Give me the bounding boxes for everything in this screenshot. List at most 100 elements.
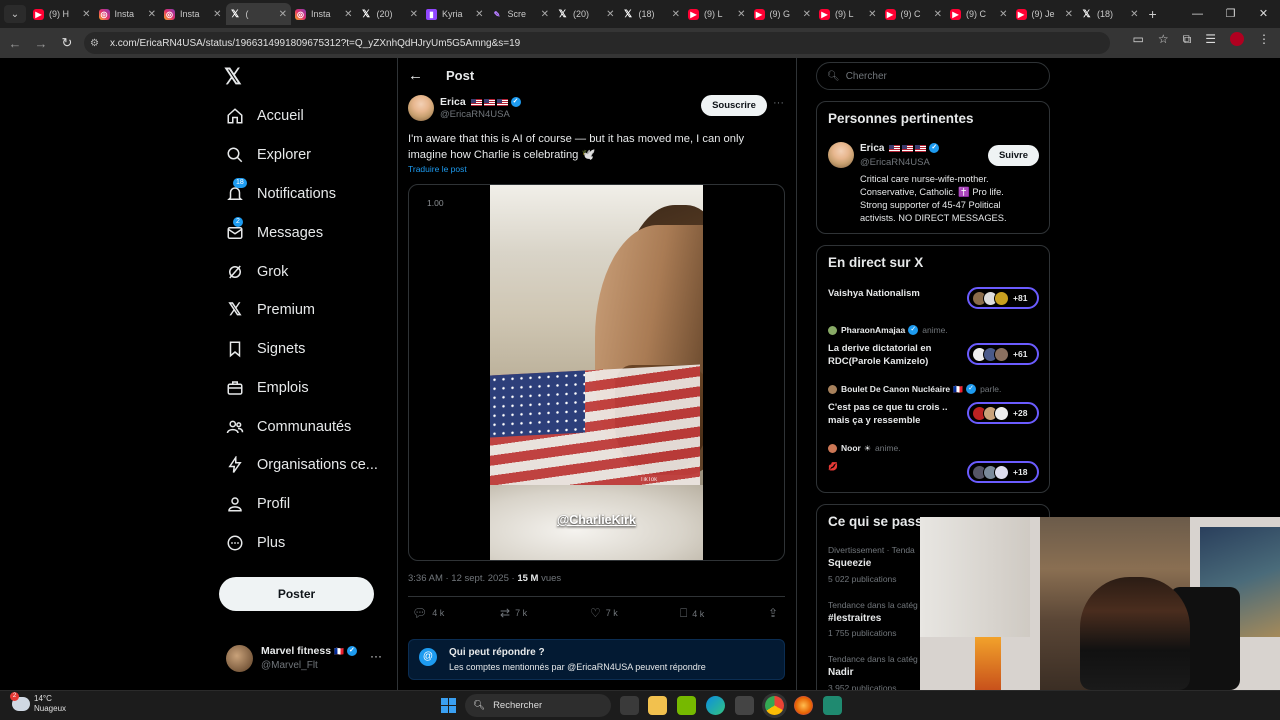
search-input[interactable]: 🔍︎ Chercher	[816, 62, 1050, 90]
profile-avatar[interactable]	[1230, 32, 1244, 46]
browser-tab[interactable]: ◎ Insta ✕	[160, 3, 226, 25]
space-host[interactable]: PharaonAmajaa ✓ anime.	[828, 325, 948, 335]
task-view-icon[interactable]	[620, 696, 639, 715]
browser-tab[interactable]: ◎ Insta ✕	[291, 3, 357, 25]
close-tab-icon[interactable]: ✕	[344, 9, 352, 20]
close-tab-icon[interactable]: ✕	[410, 9, 418, 20]
nav-item-home[interactable]: Accueil	[226, 104, 304, 128]
browser-tab[interactable]: ▶ (9) C ✕	[881, 3, 947, 25]
nav-item-explore[interactable]: Explorer	[226, 143, 311, 167]
browser-tab[interactable]: 𝕏 (20) ✕	[357, 3, 423, 25]
space-listeners[interactable]: +81	[967, 287, 1039, 309]
close-tab-icon[interactable]: ✕	[279, 9, 287, 20]
nav-item-grok[interactable]: Grok	[226, 260, 288, 284]
close-tab-icon[interactable]: ✕	[1065, 9, 1073, 20]
browser-tab[interactable]: 𝕏 (20) ✕	[553, 3, 619, 25]
post-video[interactable]: 1.00 TikTok @CharlieKirk ☝	[408, 184, 785, 561]
firefox-icon[interactable]	[794, 696, 813, 715]
close-tab-icon[interactable]: ✕	[803, 9, 811, 20]
author-handle[interactable]: @EricaRN4USA	[440, 109, 510, 120]
close-tab-icon[interactable]: ✕	[934, 9, 942, 20]
site-info-icon[interactable]: ⚙	[90, 38, 104, 49]
nav-item-bookmarks[interactable]: Signets	[226, 337, 305, 361]
browser-tab[interactable]: ✎ Scre ✕	[488, 3, 554, 25]
reload-icon[interactable]: ↻	[54, 35, 80, 51]
browser-tab[interactable]: 𝕏 (✕	[225, 3, 291, 25]
restore-icon[interactable]: ❐	[1214, 0, 1247, 28]
nav-item-organizations[interactable]: Organisations ce...	[226, 453, 378, 477]
nav-item-communities[interactable]: Communautés	[226, 415, 351, 439]
close-tab-icon[interactable]: ✕	[541, 9, 549, 20]
follow-button[interactable]: Suivre	[988, 145, 1039, 166]
bookmark-star-icon[interactable]: ☆	[1158, 32, 1169, 47]
nvidia-icon[interactable]	[677, 696, 696, 715]
space-host[interactable]: Boulet De Canon Nucléaire 🇫🇷 ✓ parle.	[828, 384, 1001, 394]
playback-speed[interactable]: 1.00	[427, 198, 444, 208]
share-action[interactable]: ⇪	[768, 606, 783, 620]
bookmark-action[interactable]: ⎕ 4 k	[680, 606, 704, 621]
close-tab-icon[interactable]: ✕	[672, 9, 680, 20]
close-tab-icon[interactable]: ✕	[148, 9, 156, 20]
back-arrow-icon[interactable]: ←	[408, 67, 423, 84]
store-icon[interactable]	[735, 696, 754, 715]
url-bar[interactable]: ⚙ x.com/EricaRN4USA/status/1966314991809…	[84, 32, 1110, 54]
tab-search-button[interactable]: ⌄	[4, 5, 26, 23]
trend-name[interactable]: #lestraitres	[828, 613, 881, 624]
space-title[interactable]: C'est pas ce que tu crois .. mais ça y r…	[828, 401, 963, 427]
like-action[interactable]: ♡ 7 k	[590, 606, 618, 620]
chrome-icon[interactable]	[765, 696, 784, 715]
nav-item-messages[interactable]: 2 Messages	[226, 217, 323, 245]
post-more-icon[interactable]: ···	[773, 97, 784, 109]
close-window-icon[interactable]: ✕	[1247, 0, 1280, 28]
space-listeners[interactable]: +18	[967, 461, 1039, 483]
subscribe-button[interactable]: Souscrire	[701, 95, 767, 116]
repost-action[interactable]: ⇄ 7 k	[500, 606, 527, 620]
nav-item-notifications[interactable]: 18 Notifications	[226, 178, 336, 206]
back-icon[interactable]: ←	[2, 36, 28, 51]
extensions-icon[interactable]: ⧉	[1183, 32, 1192, 47]
post-button[interactable]: Poster	[219, 577, 374, 611]
browser-tab[interactable]: ▶ (9) L ✕	[684, 3, 750, 25]
file-explorer-icon[interactable]	[648, 696, 667, 715]
space-listeners[interactable]: +28	[967, 402, 1039, 424]
app-icon[interactable]	[823, 696, 842, 715]
x-logo[interactable]: 𝕏	[224, 64, 242, 90]
cast-icon[interactable]: ▭	[1133, 32, 1144, 47]
close-tab-icon[interactable]: ✕	[475, 9, 483, 20]
windows-start-icon[interactable]	[441, 698, 456, 713]
account-switcher[interactable]: Marvel fitness 🇫🇷 ✓ @Marvel_Flt ···	[226, 643, 386, 675]
menu-icon[interactable]: ⋮	[1258, 32, 1270, 47]
trend-name[interactable]: Nadir	[828, 667, 854, 678]
close-tab-icon[interactable]: ✕	[82, 9, 90, 20]
space-listeners[interactable]: +61	[967, 343, 1039, 365]
close-tab-icon[interactable]: ✕	[213, 9, 221, 20]
browser-tab[interactable]: ▶ (9) C ✕	[946, 3, 1012, 25]
close-tab-icon[interactable]: ✕	[999, 9, 1007, 20]
browser-tab[interactable]: ▶ (9) H ✕	[29, 3, 95, 25]
minimize-icon[interactable]: —	[1181, 0, 1214, 28]
weather-widget[interactable]: 2 14°C Nuageux	[10, 692, 66, 714]
space-title[interactable]: 💋	[828, 460, 958, 473]
account-more-icon[interactable]: ···	[370, 649, 382, 663]
nav-item-premium[interactable]: 𝕏 Premium	[226, 298, 315, 322]
person-name[interactable]: Erica ✓	[860, 143, 940, 154]
nav-item-jobs[interactable]: Emplois	[226, 376, 309, 400]
person-handle[interactable]: @EricaRN4USA	[860, 157, 930, 168]
translate-link[interactable]: Traduire le post	[408, 164, 467, 174]
browser-tab[interactable]: ▶ (9) G ✕	[750, 3, 816, 25]
forward-icon[interactable]: →	[28, 36, 54, 51]
new-tab-button[interactable]: +	[1149, 6, 1157, 22]
taskbar-search[interactable]: 🔍︎ Rechercher	[465, 694, 611, 717]
author-name[interactable]: Erica ✓	[440, 96, 521, 108]
reading-list-icon[interactable]: ☰	[1205, 32, 1216, 47]
browser-tab[interactable]: ◎ Insta ✕	[95, 3, 161, 25]
close-tab-icon[interactable]: ✕	[737, 9, 745, 20]
edge-icon[interactable]	[706, 696, 725, 715]
close-tab-icon[interactable]: ✕	[868, 9, 876, 20]
space-title[interactable]: La derive dictatorial en RDC(Parole Kami…	[828, 342, 958, 368]
person-avatar[interactable]	[828, 142, 854, 168]
nav-item-more[interactable]: Plus	[226, 531, 285, 555]
reply-action[interactable]: 💬︎ 4 k	[412, 606, 444, 620]
space-title[interactable]: Vaishya Nationalism	[828, 287, 958, 300]
browser-tab[interactable]: ▶ (9) L ✕	[815, 3, 881, 25]
